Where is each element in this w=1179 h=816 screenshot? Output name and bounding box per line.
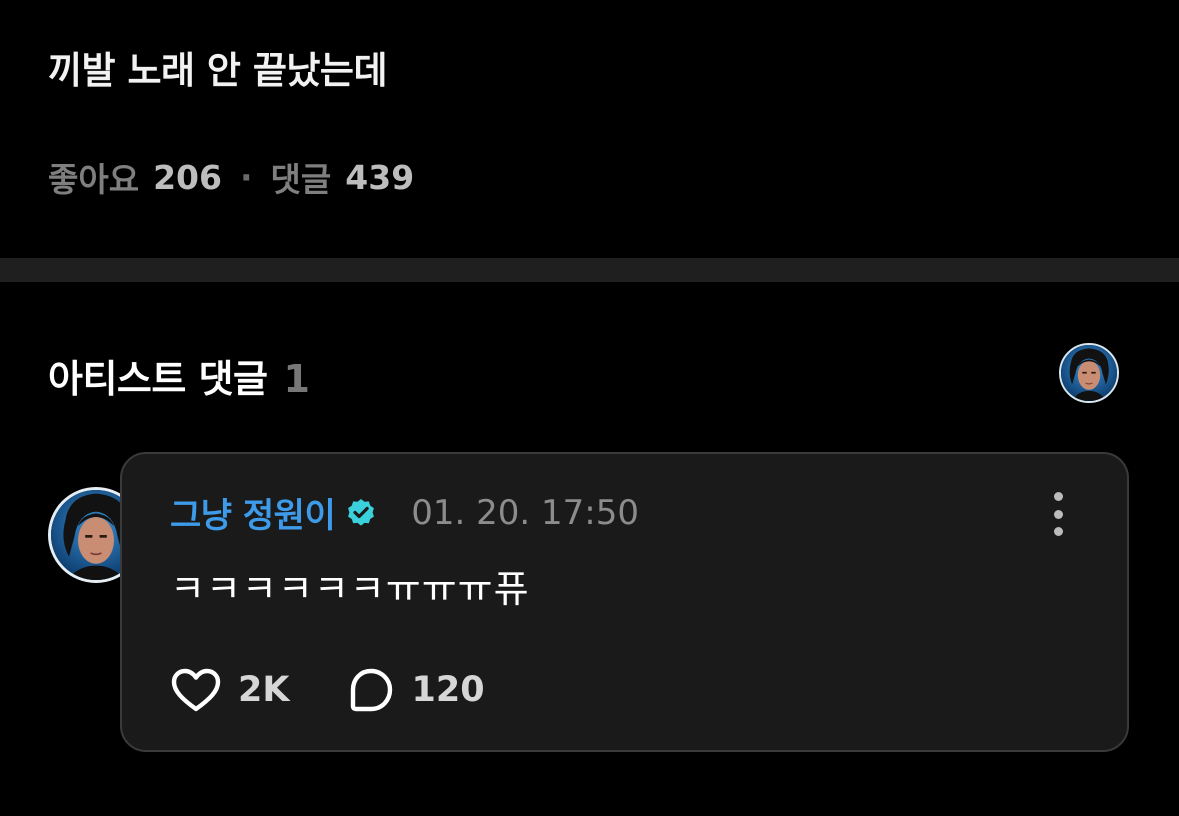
artist-avatar-button[interactable]: [1059, 343, 1119, 403]
comment-bubble-icon: [351, 668, 393, 712]
post-stats: 좋아요 206 · 댓글 439: [48, 153, 414, 201]
avatar-image: [1061, 345, 1117, 401]
artist-comments-heading: 아티스트 댓글 1: [48, 348, 310, 403]
reply-button[interactable]: 120: [347, 666, 485, 714]
like-button[interactable]: 2K: [170, 666, 289, 714]
comment-timestamp: 01. 20. 17:50: [411, 492, 639, 533]
reply-count: 120: [411, 670, 485, 710]
post-title: 끼발 노래 안 끝났는데: [48, 49, 388, 92]
comments-count: 439: [345, 157, 415, 197]
artist-comments-count: 1: [283, 357, 310, 401]
likes-count: 206: [153, 157, 222, 197]
comment-header: 그냥 정원이 01. 20. 17:50: [170, 488, 639, 537]
like-count: 2K: [238, 670, 290, 710]
stats-separator: ·: [239, 157, 253, 197]
comment-author[interactable]: 그냥 정원이: [170, 488, 336, 537]
artist-comment-card: 그냥 정원이 01. 20. 17:50 ㅋㅋㅋㅋㅋㅋㅠㅠㅠ퓨 2K 120: [120, 452, 1129, 752]
more-vertical-icon[interactable]: [1048, 492, 1068, 536]
artist-comment-screen: 끼발 노래 안 끝났는데 좋아요 206 · 댓글 439 아티스트 댓글 1: [0, 0, 1179, 816]
section-divider: [0, 258, 1179, 282]
verified-badge-icon: [348, 498, 375, 526]
comments-label: 댓글: [270, 160, 332, 199]
heart-icon: [171, 668, 221, 712]
comment-actions: 2K 120: [170, 666, 485, 714]
comment-text: ㅋㅋㅋㅋㅋㅋㅠㅠㅠ퓨: [170, 567, 530, 611]
likes-label: 좋아요: [48, 160, 140, 199]
artist-comments-title: 아티스트 댓글: [48, 357, 268, 401]
